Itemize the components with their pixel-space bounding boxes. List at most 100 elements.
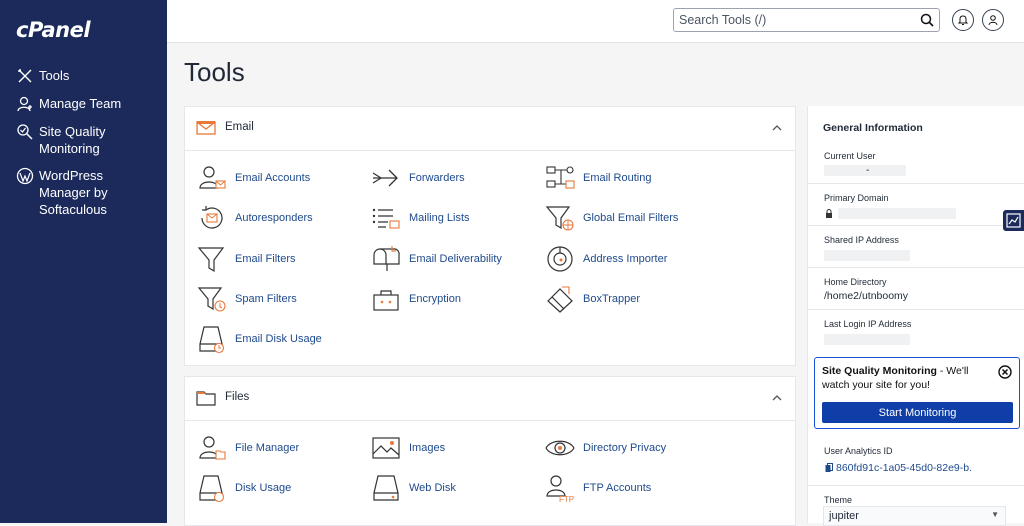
images-icon: [372, 437, 400, 459]
site-quality-monitoring-popup: Site Quality Monitoring - We'll watch yo…: [814, 357, 1020, 429]
tool-label: Directory Privacy: [583, 442, 667, 454]
tool-label: Spam Filters: [235, 293, 297, 305]
tool-label: FTP Accounts: [583, 482, 652, 494]
copy-icon[interactable]: [825, 463, 833, 473]
tool-label: File Manager: [235, 442, 300, 454]
search-tools[interactable]: [673, 8, 940, 32]
tool-label: Global Email Filters: [583, 212, 679, 224]
sidebar-item-label: Tools: [39, 68, 70, 83]
redacted-value: [824, 165, 906, 176]
tool-mailing-lists[interactable]: Mailing Lists: [371, 203, 470, 233]
sidebar-item-label: WordPress Manager by Softaculous: [39, 168, 108, 217]
last-login-row: Last Login IP Address: [808, 310, 1024, 346]
tool-label: Email Accounts: [235, 172, 311, 184]
start-monitoring-button[interactable]: Start Monitoring: [822, 402, 1013, 423]
tool-spam-filters[interactable]: Spam Filters: [197, 284, 297, 314]
general-information-panel: General Information Current User - Prima…: [807, 106, 1024, 523]
current-user-row: Current User -: [808, 142, 1024, 184]
tool-email-accounts[interactable]: Email Accounts: [197, 163, 310, 193]
tools-icon: [18, 69, 32, 83]
ftp-accounts-icon: FTP: [546, 475, 574, 503]
primary-domain-label: Primary Domain: [824, 193, 889, 203]
tool-label: Autoresponders: [235, 212, 313, 224]
chevron-up-icon[interactable]: [771, 392, 783, 404]
search-icon[interactable]: [919, 12, 935, 28]
files-panel-header[interactable]: Files: [185, 377, 795, 421]
autoresponders-icon: [201, 206, 223, 229]
site-quality-icon: [17, 124, 33, 140]
tool-forwarders[interactable]: Forwarders: [371, 163, 465, 193]
redacted-value: [824, 250, 910, 261]
sqm-popup-title: Site Quality Monitoring: [822, 365, 937, 377]
tool-address-importer[interactable]: Address Importer: [545, 244, 667, 274]
file-manager-icon: [199, 436, 226, 460]
sidebar-item-manage-team[interactable]: Manage Team: [16, 95, 159, 113]
tool-global-email-filters[interactable]: Global Email Filters: [545, 203, 678, 233]
email-disk-usage-icon: [199, 326, 225, 354]
theme-label: Theme: [824, 495, 853, 505]
close-icon[interactable]: [998, 365, 1012, 379]
sidebar-item-site-quality[interactable]: Site Quality Monitoring: [16, 123, 116, 157]
tool-label: Disk Usage: [235, 482, 292, 494]
tool-boxtrapper[interactable]: BoxTrapper: [545, 284, 640, 314]
files-panel: Files File Manager Images Directory Priv…: [184, 376, 796, 526]
tool-email-routing[interactable]: Email Routing: [545, 163, 651, 193]
tool-label: Email Disk Usage: [235, 333, 322, 345]
forwarders-icon: [372, 169, 398, 187]
global-email-filters-icon: [545, 206, 574, 231]
theme-select[interactable]: jupiter ▼: [823, 506, 1006, 526]
shared-ip-label: Shared IP Address: [824, 235, 899, 245]
tool-web-disk[interactable]: Web Disk: [371, 473, 456, 503]
email-accounts-icon: [199, 166, 226, 189]
user-analytics-label: User Analytics ID: [824, 446, 893, 456]
files-panel-title: Files: [225, 391, 250, 403]
shared-ip-row: Shared IP Address: [808, 226, 1024, 268]
chevron-up-icon[interactable]: [771, 122, 783, 134]
sidebar-item-wordpress[interactable]: WordPress Manager by Softaculous: [16, 167, 116, 218]
tool-email-deliverability[interactable]: Email Deliverability: [371, 244, 502, 274]
spam-filters-icon: [197, 287, 226, 312]
team-icon: [17, 96, 32, 112]
email-panel-title: Email: [225, 121, 254, 133]
sqm-popup-text: Site Quality Monitoring - We'll watch yo…: [822, 365, 997, 392]
notifications-button[interactable]: [952, 9, 974, 31]
last-login-label: Last Login IP Address: [824, 319, 912, 329]
user-analytics-row: User Analytics ID 860fd91c-1a05-45d0-82e…: [808, 437, 1024, 486]
analytics-side-tab[interactable]: [1003, 210, 1024, 231]
tool-autoresponders[interactable]: Autoresponders: [197, 203, 313, 233]
tool-file-manager[interactable]: File Manager: [197, 433, 299, 463]
envelope-icon: [196, 121, 216, 135]
caret-down-icon: ▼: [991, 510, 999, 519]
cpanel-logo[interactable]: cPanel: [16, 18, 91, 42]
tool-email-filters[interactable]: Email Filters: [197, 244, 296, 274]
tool-label: Mailing Lists: [409, 212, 470, 224]
search-input[interactable]: [679, 12, 919, 28]
theme-value: jupiter: [829, 510, 859, 522]
email-panel: Email Email Accounts Forwarders Email Ro…: [184, 106, 796, 366]
sidebar-item-label: Manage Team: [39, 96, 122, 111]
email-routing-icon: [546, 166, 575, 189]
sidebar: cPanel Tools Manage Team Site Quality Mo…: [0, 0, 167, 523]
chart-icon: [1006, 213, 1021, 228]
tool-email-disk-usage[interactable]: Email Disk Usage: [197, 324, 322, 354]
email-panel-header[interactable]: Email: [185, 107, 795, 151]
current-user-value: -: [866, 164, 870, 176]
user-icon: [988, 15, 998, 26]
tool-directory-privacy[interactable]: Directory Privacy: [545, 433, 666, 463]
sidebar-item-tools[interactable]: Tools: [16, 67, 159, 85]
tool-label: Email Routing: [583, 172, 652, 184]
user-menu-button[interactable]: [982, 9, 1004, 31]
tool-ftp-accounts[interactable]: FTP FTP Accounts: [545, 473, 651, 503]
lock-icon: [826, 209, 832, 218]
tool-label: Images: [409, 442, 446, 454]
tool-images[interactable]: Images: [371, 433, 445, 463]
svg-text:FTP: FTP: [559, 495, 574, 503]
page-title: Tools: [184, 57, 245, 87]
folder-icon: [196, 391, 216, 406]
user-analytics-value[interactable]: 860fd91c-1a05-45d0-82e9-b...: [836, 462, 972, 474]
email-deliverability-icon: [373, 246, 400, 271]
redacted-value: [838, 208, 956, 219]
sidebar-item-label: Site Quality Monitoring: [39, 124, 106, 156]
tool-encryption[interactable]: Encryption: [371, 284, 461, 314]
tool-disk-usage[interactable]: Disk Usage: [197, 473, 291, 503]
